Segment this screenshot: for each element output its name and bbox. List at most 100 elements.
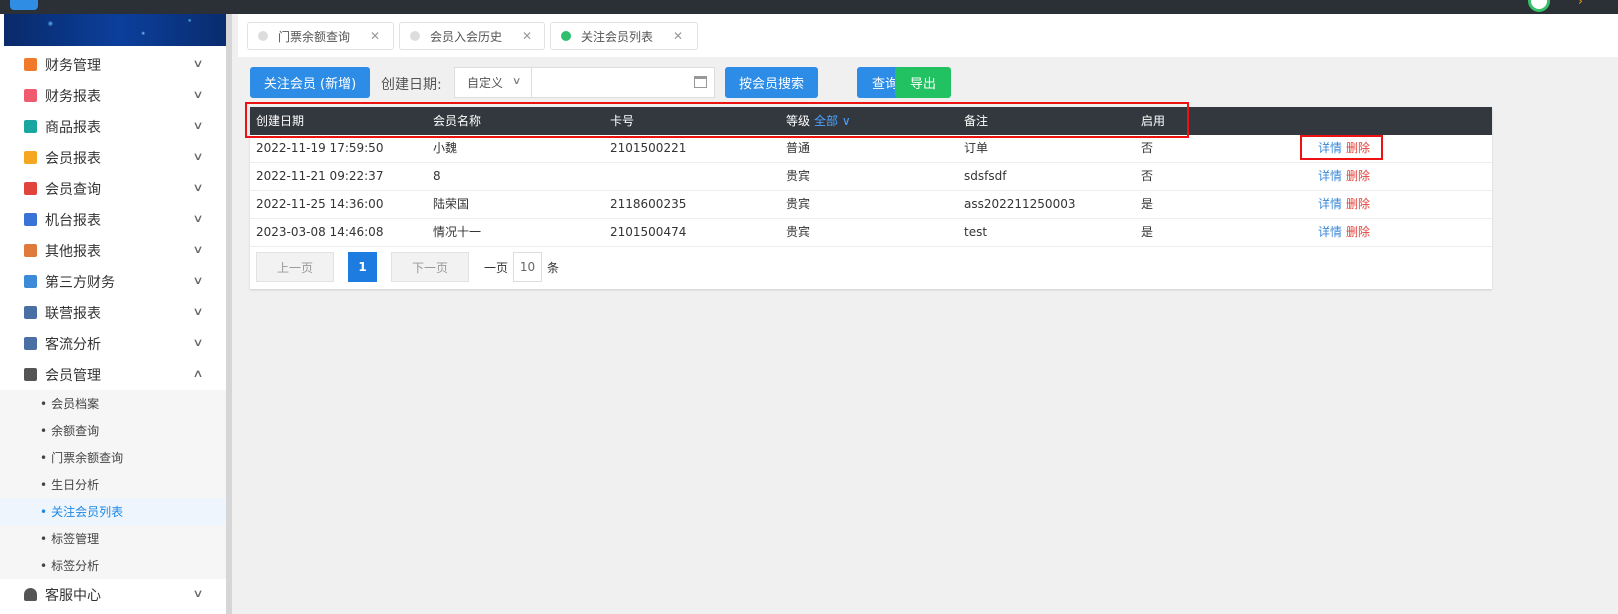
- sidebar-menu: 财务管理 ∨ 财务报表 ∨ 商品报表 ∨ 会员报表 ∨ 会员查询 ∨ 机台报表 ∨ 其他报表 ∨ 第三方财务…: [0, 49, 226, 610]
- layers-icon: [24, 244, 37, 257]
- tab-status-dot-icon: [561, 31, 571, 41]
- cell-name: 小魏: [433, 141, 458, 155]
- chevron-down-icon: ∨: [192, 587, 204, 600]
- cell-created: 2022-11-21 09:22:37: [256, 169, 384, 183]
- cell-created: 2023-03-08 14:46:08: [256, 225, 384, 239]
- bullet-icon: •: [40, 558, 48, 573]
- delete-link[interactable]: 删除: [1346, 225, 1370, 239]
- user-avatar[interactable]: [1528, 0, 1550, 12]
- header-remark: 备注: [964, 114, 989, 128]
- header-member-name: 会员名称: [433, 114, 482, 128]
- export-button[interactable]: 导出: [895, 67, 951, 98]
- delete-link[interactable]: 删除: [1346, 197, 1370, 211]
- row-actions: 详情 删除: [1318, 191, 1370, 218]
- sidebar-item[interactable]: 客流分析 ∨: [0, 328, 226, 359]
- sidebar-item[interactable]: 财务管理 ∨: [0, 49, 226, 80]
- chevron-down-icon: ∨: [192, 57, 204, 70]
- tab-status-dot-icon: [258, 31, 268, 41]
- cell-grade: 普通: [786, 141, 811, 155]
- date-range-input[interactable]: [531, 67, 715, 98]
- sidebar-banner: [4, 14, 226, 46]
- tab-ticket-balance[interactable]: 门票余额查询 ✕: [247, 22, 394, 50]
- detail-link[interactable]: 详情: [1318, 197, 1342, 211]
- top-bar: ›: [0, 0, 1618, 14]
- table-row: 2023-03-08 14:46:08 情况十一 2101500474 贵宾 test 是…: [250, 219, 1492, 247]
- sidebar-item-label: 会员报表: [45, 150, 101, 167]
- sidebar-item[interactable]: 财务报表 ∨: [0, 80, 226, 111]
- report-icon: [24, 89, 37, 102]
- sidebar-item-label: 商品报表: [45, 119, 101, 136]
- per-page-input[interactable]: 10: [513, 252, 542, 282]
- sidebar-item[interactable]: 会员报表 ∨: [0, 142, 226, 173]
- bullet-icon: •: [40, 504, 48, 519]
- sidebar-item-label: 其他报表: [45, 243, 101, 260]
- sidebar-item-label: 会员查询: [45, 181, 101, 198]
- cell-enabled: 是: [1141, 197, 1154, 211]
- cell-card: 2101500221: [610, 141, 687, 155]
- sidebar-subitem-label: 会员档案: [51, 397, 100, 411]
- table-row: 2022-11-21 09:22:37 8 贵宾 sdsfsdf 否 详情 删除: [250, 163, 1492, 191]
- cell-enabled: 否: [1141, 169, 1154, 183]
- close-icon[interactable]: ✕: [673, 29, 683, 43]
- sidebar-item[interactable]: 其他报表 ∨: [0, 235, 226, 266]
- cell-created: 2022-11-19 17:59:50: [256, 141, 384, 155]
- detail-link[interactable]: 详情: [1318, 225, 1342, 239]
- search-by-member-button[interactable]: 按会员搜索: [725, 67, 818, 98]
- page-1-button[interactable]: 1: [348, 252, 377, 282]
- calendar-icon: [694, 76, 707, 88]
- sidebar-subitem-label: 门票余额查询: [51, 451, 124, 465]
- date-mode-select[interactable]: 自定义 ∨: [454, 67, 532, 98]
- cell-enabled: 是: [1141, 225, 1154, 239]
- prev-page-button[interactable]: 上一页: [256, 252, 334, 282]
- sidebar-item[interactable]: 商品报表 ∨: [0, 111, 226, 142]
- sidebar-item-service[interactable]: 客服中心 ∨: [0, 579, 226, 610]
- table-row: 2022-11-25 14:36:00 陆荣国 2118600235 贵宾 ass202…: [250, 191, 1492, 219]
- sidebar-subitem[interactable]: • 关注会员列表: [0, 498, 226, 525]
- row-actions: 详情 删除: [1318, 219, 1370, 246]
- sidebar-item[interactable]: 机台报表 ∨: [0, 204, 226, 235]
- detail-link[interactable]: 详情: [1318, 141, 1342, 155]
- sidebar-subitem[interactable]: • 会员档案: [0, 390, 226, 417]
- goods-icon: [24, 120, 37, 133]
- tab-followed-members[interactable]: 关注会员列表 ✕: [550, 22, 698, 50]
- close-icon[interactable]: ✕: [370, 29, 380, 43]
- header-grade-label: 等级: [786, 114, 811, 128]
- cell-remark: sdsfsdf: [964, 169, 1007, 183]
- cell-enabled: 否: [1141, 141, 1154, 155]
- cell-remark: 订单: [964, 141, 989, 155]
- sidebar-item[interactable]: 会员查询 ∨: [0, 173, 226, 204]
- tab-label: 会员入会历史: [430, 29, 503, 44]
- per-page-suffix: 条: [547, 261, 560, 275]
- header-created-date: 创建日期: [256, 114, 305, 128]
- add-followed-member-button[interactable]: 关注会员 (新增): [250, 67, 370, 98]
- date-mode-value: 自定义: [467, 76, 504, 90]
- cell-card: 2118600235: [610, 197, 687, 211]
- cell-remark: test: [964, 225, 988, 239]
- sidebar-subitem[interactable]: • 生日分析: [0, 471, 226, 498]
- target-icon: [24, 337, 37, 350]
- sidebar-subitem-label: 标签分析: [51, 559, 100, 573]
- sidebar-item[interactable]: 会员管理 ∧: [0, 359, 226, 390]
- delete-link[interactable]: 删除: [1346, 141, 1370, 155]
- cell-remark: ass202211250003: [964, 197, 1076, 211]
- row-actions: 详情 删除: [1318, 135, 1370, 162]
- pagination: 上一页 1 下一页 一页 10 条: [250, 252, 1492, 286]
- close-icon[interactable]: ✕: [522, 29, 532, 43]
- sidebar-subitem[interactable]: • 余额查询: [0, 417, 226, 444]
- sidebar-subitem[interactable]: • 门票余额查询: [0, 444, 226, 471]
- header-grade: 等级 全部 ∨: [786, 107, 851, 135]
- tab-member-join-history[interactable]: 会员入会历史 ✕: [399, 22, 545, 50]
- next-page-button[interactable]: 下一页: [391, 252, 469, 282]
- delete-link[interactable]: 删除: [1346, 169, 1370, 183]
- sidebar-item[interactable]: 第三方财务 ∨: [0, 266, 226, 297]
- sidebar-item[interactable]: 联营报表 ∨: [0, 297, 226, 328]
- grade-filter-dropdown[interactable]: 全部 ∨: [814, 114, 851, 128]
- bullet-icon: •: [40, 531, 48, 546]
- tab-label: 门票余额查询: [278, 29, 351, 44]
- sidebar-subitem[interactable]: • 标签管理: [0, 525, 226, 552]
- detail-link[interactable]: 详情: [1318, 169, 1342, 183]
- table-header: 创建日期 会员名称 卡号 等级 全部 ∨ 备注 启用: [250, 107, 1492, 135]
- user-menu-chevron-icon[interactable]: ›: [1578, 0, 1583, 8]
- sidebar-subitem[interactable]: • 标签分析: [0, 552, 226, 579]
- headset-icon: [24, 588, 37, 601]
